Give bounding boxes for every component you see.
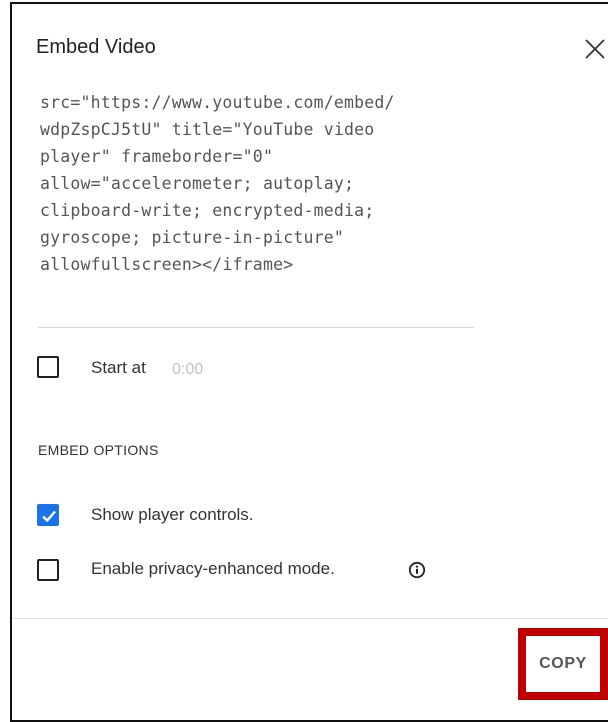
close-icon (585, 39, 605, 59)
embed-code-line: player" frameborder="0" (40, 147, 274, 166)
start-at-time-input[interactable]: 0:00 (172, 361, 203, 379)
embed-video-dialog: Embed Video src="https://www.youtube.com… (10, 2, 608, 722)
embed-code-line: allowfullscreen></iframe> (40, 255, 294, 274)
check-icon (42, 510, 56, 523)
embed-code-line: clipboard-write; encrypted-media; (40, 201, 375, 220)
close-button[interactable] (584, 38, 606, 60)
embed-code-line: wdpZspCJ5tU" title="YouTube video (40, 120, 375, 139)
privacy-enhanced-mode-label: Enable privacy-enhanced mode. (91, 559, 335, 578)
show-player-controls-checkbox[interactable] (37, 504, 59, 526)
embed-code-divider (38, 327, 474, 328)
copy-button-highlight: COPY (518, 628, 608, 700)
copy-button[interactable]: COPY (526, 636, 600, 692)
embed-code-text[interactable]: src="https://www.youtube.com/embed/wdpZs… (40, 89, 490, 278)
dialog-title: Embed Video (36, 36, 156, 58)
embed-code-line: allow="accelerometer; autoplay; (40, 174, 355, 193)
embed-code-line: src="https://www.youtube.com/embed/ (40, 93, 395, 112)
start-at-checkbox[interactable] (37, 356, 59, 378)
show-player-controls-label: Show player controls. (91, 505, 254, 524)
footer-divider (12, 618, 608, 619)
privacy-enhanced-mode-checkbox[interactable] (37, 559, 59, 581)
embed-options-heading: EMBED OPTIONS (38, 442, 159, 458)
embed-code-line: gyroscope; picture-in-picture" (40, 228, 345, 247)
start-at-label: Start at (91, 358, 146, 377)
info-icon[interactable] (408, 561, 426, 579)
